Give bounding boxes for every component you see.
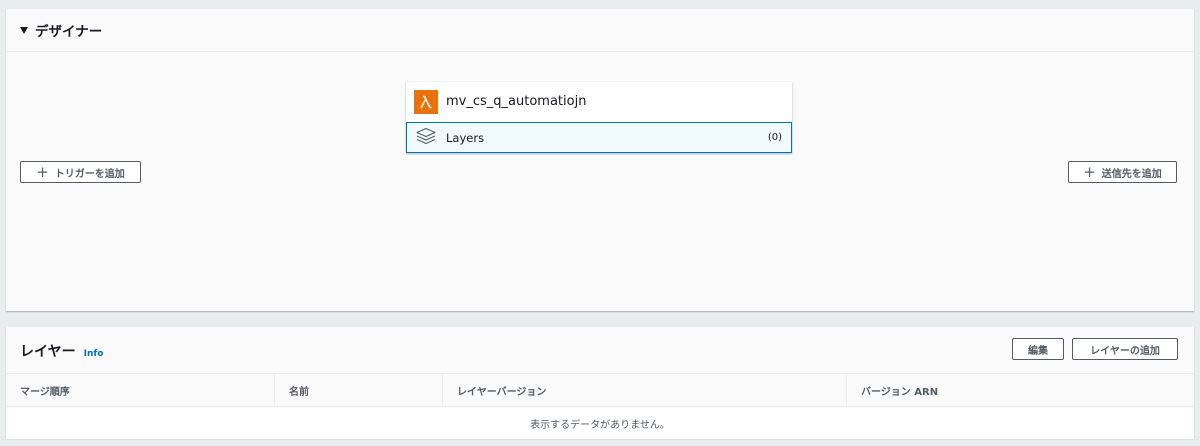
plus-icon: + bbox=[36, 162, 49, 181]
add-trigger-label: トリガーを追加 bbox=[54, 168, 125, 180]
info-link[interactable]: Info bbox=[84, 349, 104, 359]
function-card: mv_cs_q_automatiojn Layers (0) bbox=[406, 82, 792, 153]
column-header-version-arn[interactable]: バージョン ARN bbox=[846, 374, 1194, 407]
add-layer-button[interactable]: レイヤーの追加 bbox=[1072, 338, 1178, 360]
designer-panel: デザイナー mv_cs_q_automatiojn Layers (0) + ト… bbox=[6, 8, 1194, 311]
layers-title: レイヤー bbox=[20, 344, 76, 360]
layers-node[interactable]: Layers (0) bbox=[406, 122, 792, 153]
function-node[interactable]: mv_cs_q_automatiojn bbox=[406, 82, 792, 121]
layers-panel: レイヤー Info 編集 レイヤーの追加 マージ順序 名前 レイヤーバージョン … bbox=[6, 326, 1194, 439]
layers-node-label: Layers bbox=[446, 130, 485, 145]
designer-header-toggle[interactable]: デザイナー bbox=[6, 9, 1194, 52]
layers-node-count: (0) bbox=[767, 132, 782, 143]
layers-table-header: マージ順序 名前 レイヤーバージョン バージョン ARN bbox=[6, 373, 1194, 407]
plus-icon: + bbox=[1083, 162, 1096, 181]
column-header-merge-order[interactable]: マージ順序 bbox=[6, 374, 274, 407]
layers-header: レイヤー Info bbox=[20, 341, 103, 361]
designer-title: デザイナー bbox=[35, 24, 103, 40]
lambda-icon bbox=[414, 89, 438, 114]
add-destination-button[interactable]: + 送信先を追加 bbox=[1068, 161, 1177, 183]
add-trigger-button[interactable]: + トリガーを追加 bbox=[20, 161, 141, 183]
function-name: mv_cs_q_automatiojn bbox=[446, 94, 587, 109]
caret-down-icon bbox=[20, 26, 28, 34]
empty-table-message: 表示するデータがありません。 bbox=[6, 408, 1194, 439]
add-destination-label: 送信先を追加 bbox=[1101, 168, 1162, 180]
edit-button[interactable]: 編集 bbox=[1012, 338, 1064, 360]
layers-icon bbox=[415, 127, 437, 149]
column-header-layer-version[interactable]: レイヤーバージョン bbox=[442, 374, 846, 407]
column-header-name[interactable]: 名前 bbox=[274, 374, 442, 407]
